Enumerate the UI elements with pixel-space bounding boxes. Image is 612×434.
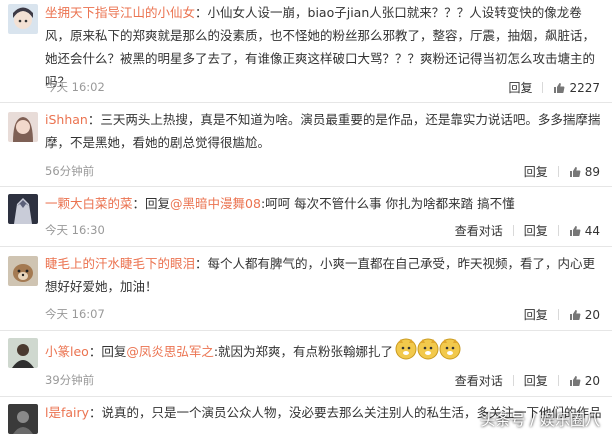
like-count: 20: [584, 307, 600, 322]
thumbs-up-icon: [569, 166, 581, 177]
avatar[interactable]: [8, 256, 38, 286]
like-button[interactable]: 20: [569, 308, 600, 322]
avatar-anime-girl-icon: [8, 4, 38, 34]
reply-button[interactable]: 回复: [524, 372, 548, 389]
watermark: 头条号 / 娱乐圈八: [480, 411, 600, 429]
like-button[interactable]: 2227: [553, 81, 600, 95]
reply-button[interactable]: 回复: [524, 306, 548, 323]
comment-body: :就因为郑爽，有点粉张翰娜扎了: [213, 344, 394, 359]
mention-link[interactable]: @凤炎思弘军之: [126, 344, 214, 359]
comment-item: 小篆leo：回复@凤炎思弘军之:就因为郑爽，有点粉张翰娜扎了 39分钟前 查看对…: [0, 330, 612, 397]
comment-username[interactable]: 坐拥天下指导江山的小仙女: [45, 5, 195, 20]
divider: [557, 166, 559, 177]
reply-button[interactable]: 回复: [508, 79, 532, 96]
like-count: 20: [584, 373, 600, 388]
comment-time: 今天 16:02: [45, 80, 105, 94]
comment-username[interactable]: l是fairy: [45, 405, 89, 420]
avatar[interactable]: [8, 338, 38, 368]
avatar[interactable]: [8, 404, 38, 434]
comment-username[interactable]: iShhan: [45, 112, 88, 127]
comment-username[interactable]: 小篆leo: [45, 344, 89, 359]
comment-item: 睫毛上的汗水睫毛下的眼泪：每个人都有脾气的，小爽一直都在自己承受，昨天视频，看了…: [0, 246, 612, 331]
avatar-silhouette-icon: [8, 404, 38, 434]
divider: [542, 82, 544, 93]
like-count: 44: [584, 223, 600, 238]
like-button[interactable]: 89: [569, 165, 600, 179]
comment-text: iShhan：三天两头上热搜，真是不知道为啥。演员最重要的是作品，还是靠实力说话…: [45, 108, 602, 154]
divider: [557, 309, 559, 320]
avatar[interactable]: [8, 4, 38, 34]
comment-text: 一颗大白菜的菜：回复@黑暗中漫舞08:呵呵 每次不管什么事 你扎为啥都来踏 搞不…: [45, 192, 602, 215]
thumbs-up-icon: [554, 82, 565, 93]
comment-actions: 回复 89: [524, 163, 600, 180]
thumbs-up-icon: [569, 225, 581, 236]
avatar[interactable]: [8, 112, 38, 142]
like-button[interactable]: 44: [569, 224, 600, 238]
avatar-dog-icon: [8, 256, 38, 286]
avatar-girl-photo-icon: [8, 112, 38, 142]
thumbs-up-icon: [569, 375, 581, 386]
like-count: 89: [584, 164, 600, 179]
like-count: 2227: [569, 80, 600, 95]
comment-time: 今天 16:30: [45, 223, 105, 237]
doge-emoji-icon: [395, 338, 461, 367]
mention-link[interactable]: @黑暗中漫舞08: [170, 196, 261, 211]
comment-time: 39分钟前: [45, 373, 95, 387]
comment-actions: 回复 20: [524, 306, 600, 323]
comment-actions: 查看对话 回复 44: [455, 222, 600, 239]
comment-item: 一颗大白菜的菜：回复@黑暗中漫舞08:呵呵 每次不管什么事 你扎为啥都来踏 搞不…: [0, 186, 612, 247]
avatar-anime-dark-icon: [8, 194, 38, 224]
reply-button[interactable]: 回复: [524, 222, 548, 239]
divider: [557, 375, 559, 386]
divider: [512, 225, 514, 236]
comment-text: 小篆leo：回复@凤炎思弘军之:就因为郑爽，有点粉张翰娜扎了: [45, 338, 602, 367]
comment-body: :呵呵 每次不管什么事 你扎为啥都来踏 搞不懂: [260, 196, 515, 211]
view-conversation-button[interactable]: 查看对话: [455, 222, 503, 239]
comment-actions: 查看对话 回复 20: [455, 372, 600, 389]
reply-prefix: ：回复: [88, 344, 127, 359]
thumbs-up-icon: [569, 309, 581, 320]
comment-time: 56分钟前: [45, 164, 95, 178]
comment-text: 睫毛上的汗水睫毛下的眼泪：每个人都有脾气的，小爽一直都在自己承受，昨天视频，看了…: [45, 252, 602, 298]
reply-prefix: ：回复: [132, 196, 171, 211]
comment-item: 坐拥天下指导江山的小仙女：小仙女人设一崩，biao子jian人张口就来？？？人设…: [0, 0, 612, 103]
comment-actions: 回复 2227: [508, 79, 600, 96]
avatar-person-icon: [8, 338, 38, 368]
comment-item: iShhan：三天两头上热搜，真是不知道为啥。演员最重要的是作品，还是靠实力说话…: [0, 102, 612, 187]
divider: [512, 375, 514, 386]
comment-username[interactable]: 一颗大白菜的菜: [45, 196, 133, 211]
like-button[interactable]: 20: [569, 374, 600, 388]
comment-time: 今天 16:07: [45, 307, 105, 321]
reply-button[interactable]: 回复: [524, 163, 548, 180]
comment-username[interactable]: 睫毛上的汗水睫毛下的眼泪: [45, 256, 195, 271]
divider: [557, 225, 559, 236]
avatar[interactable]: [8, 194, 38, 224]
comment-body: ：三天两头上热搜，真是不知道为啥。演员最重要的是作品，还是靠实力说话吧。多多揣摩…: [45, 112, 601, 150]
view-conversation-button[interactable]: 查看对话: [455, 372, 503, 389]
